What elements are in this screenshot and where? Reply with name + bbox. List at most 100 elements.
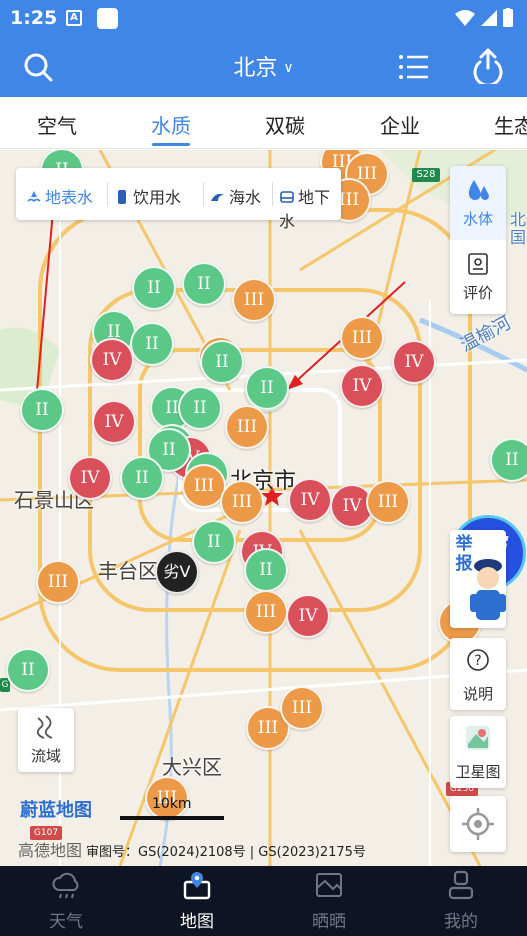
satellite-label: 卫星图 [455, 763, 501, 781]
nav-map[interactable]: 地图 [157, 866, 237, 936]
filter-sea-water[interactable]: 海水 [210, 184, 261, 208]
water-quality-marker[interactable]: III [244, 590, 288, 634]
bottom-navigation: 天气 地图 晒晒 我的 [0, 866, 527, 936]
notification-icon: A [66, 10, 82, 26]
map-attribution: 高德地图 审图号：GS(2024)2108号 | GS(2023)2175号 [18, 837, 366, 861]
filter-divider [272, 182, 273, 206]
map-provider: 高德地图 [18, 841, 83, 860]
tab-carbon[interactable]: 双碳 [265, 110, 305, 139]
place-fengtai: 丰台区 [98, 559, 158, 583]
water-quality-marker[interactable]: IV [90, 338, 134, 382]
app-notification-icon [97, 8, 118, 29]
app-header: 北京 ∨ [0, 36, 527, 97]
map-license: 审图号：GS(2024)2108号 | GS(2023)2175号 [86, 845, 366, 860]
locate-button[interactable] [450, 796, 506, 852]
city-selector[interactable]: 北京 ∨ [0, 50, 527, 82]
top-bar: 1:25 A 北京 ∨ [0, 0, 527, 97]
tab-enterprise[interactable]: 企业 [380, 110, 420, 139]
water-quality-marker[interactable]: II [20, 388, 64, 432]
evaluation-label: 评价 [462, 284, 493, 302]
water-quality-marker[interactable]: III [220, 480, 264, 524]
water-quality-marker[interactable]: II [244, 548, 288, 592]
water-quality-marker[interactable]: IV [68, 456, 112, 500]
nav-map-label: 地图 [180, 912, 214, 932]
basin-icon [36, 715, 53, 739]
water-quality-marker[interactable]: III [340, 316, 384, 360]
report-button[interactable]: 举报 [450, 530, 506, 628]
water-body-toggle[interactable]: 水体 [450, 166, 506, 240]
tab-ecology[interactable]: 生态 [494, 110, 527, 139]
nav-weather[interactable]: 天气 [26, 866, 106, 936]
water-quality-marker[interactable]: II [6, 648, 50, 692]
filter-drinking-water[interactable]: 饮用水 [114, 184, 181, 208]
layer-panel: 水体 评价 [450, 166, 506, 314]
satellite-map-icon [466, 726, 490, 750]
map-scale: 10km [120, 796, 224, 820]
satellite-button[interactable]: 卫星图 [450, 716, 506, 788]
profile-icon [448, 870, 474, 900]
water-quality-marker[interactable]: III [232, 278, 276, 322]
basin-label: 流域 [30, 747, 61, 765]
water-type-filter: 地表水 饮用水 海水 地下水 [16, 168, 341, 231]
water-quality-marker[interactable]: III [366, 480, 410, 524]
nav-share-label: 晒晒 [312, 912, 346, 932]
water-quality-marker[interactable]: II [130, 322, 174, 366]
road-badge-s28: S28 [412, 168, 440, 182]
list-menu-icon[interactable] [396, 49, 432, 85]
system-status-icons [455, 8, 513, 27]
water-quality-marker[interactable]: II [132, 266, 176, 310]
scale-label: 10km [152, 796, 192, 812]
status-time: 1:25 [10, 7, 58, 29]
map-view[interactable]: S28 G230 G107 G 北京市 石景山区 丰台区 大兴区 温榆河 北 国… [0, 150, 527, 866]
active-tab-indicator [152, 143, 190, 146]
water-quality-marker[interactable]: III [225, 405, 269, 449]
photo-icon [316, 873, 342, 897]
drinking-water-icon [118, 190, 126, 204]
water-quality-marker[interactable]: II [182, 262, 226, 306]
sea-water-icon [211, 193, 224, 201]
water-quality-marker[interactable]: 劣V [155, 550, 199, 594]
basin-button[interactable]: 流域 [18, 708, 74, 772]
share-icon[interactable] [470, 46, 506, 84]
filter-sea-water-label: 海水 [229, 188, 262, 207]
water-drop-icon [468, 180, 489, 200]
map-pin-icon [183, 872, 211, 900]
water-quality-marker[interactable]: III [36, 560, 80, 604]
water-body-label: 水体 [462, 210, 493, 228]
place-guo: 国 [510, 228, 527, 247]
water-quality-marker[interactable]: II [120, 456, 164, 500]
water-quality-marker[interactable]: IV [286, 594, 330, 638]
category-tabs: 空气 水质 双碳 企业 生态 [0, 97, 527, 149]
water-quality-marker[interactable]: IV [288, 478, 332, 522]
evaluation-icon [468, 253, 488, 275]
evaluation-toggle[interactable]: 评价 [450, 240, 506, 314]
nav-share[interactable]: 晒晒 [289, 866, 369, 936]
police-mascot-icon [470, 559, 506, 620]
tab-air[interactable]: 空气 [37, 110, 77, 139]
svg-text:?: ? [474, 653, 481, 669]
weather-icon [52, 872, 79, 899]
water-quality-marker[interactable]: II [490, 438, 527, 482]
water-quality-marker[interactable]: II [200, 340, 244, 384]
nav-profile-label: 我的 [444, 912, 478, 932]
brand-logo: 蔚蓝地图 [20, 800, 92, 821]
filter-divider [203, 182, 204, 206]
water-quality-marker[interactable]: IV [92, 400, 136, 444]
chevron-down-icon: ∨ [283, 60, 294, 76]
nav-profile[interactable]: 我的 [421, 866, 501, 936]
explain-button[interactable]: ? 说明 [450, 638, 506, 710]
filter-divider [107, 182, 108, 206]
water-quality-marker[interactable]: IV [340, 364, 384, 408]
filter-surface-water-label: 地表水 [45, 188, 94, 207]
water-quality-marker[interactable]: II [178, 386, 222, 430]
tab-water-quality[interactable]: 水质 [151, 110, 191, 139]
city-name: 北京 [233, 56, 278, 81]
water-quality-marker[interactable]: II [245, 366, 289, 410]
water-quality-marker[interactable]: IV [392, 340, 436, 384]
explain-label: 说明 [462, 685, 493, 703]
water-quality-marker[interactable]: II [192, 520, 236, 564]
help-icon: ? [467, 649, 489, 671]
water-quality-marker[interactable]: III [280, 686, 324, 730]
filter-surface-water[interactable]: 地表水 [26, 184, 93, 208]
filter-groundwater[interactable]: 地下水 [279, 184, 341, 232]
